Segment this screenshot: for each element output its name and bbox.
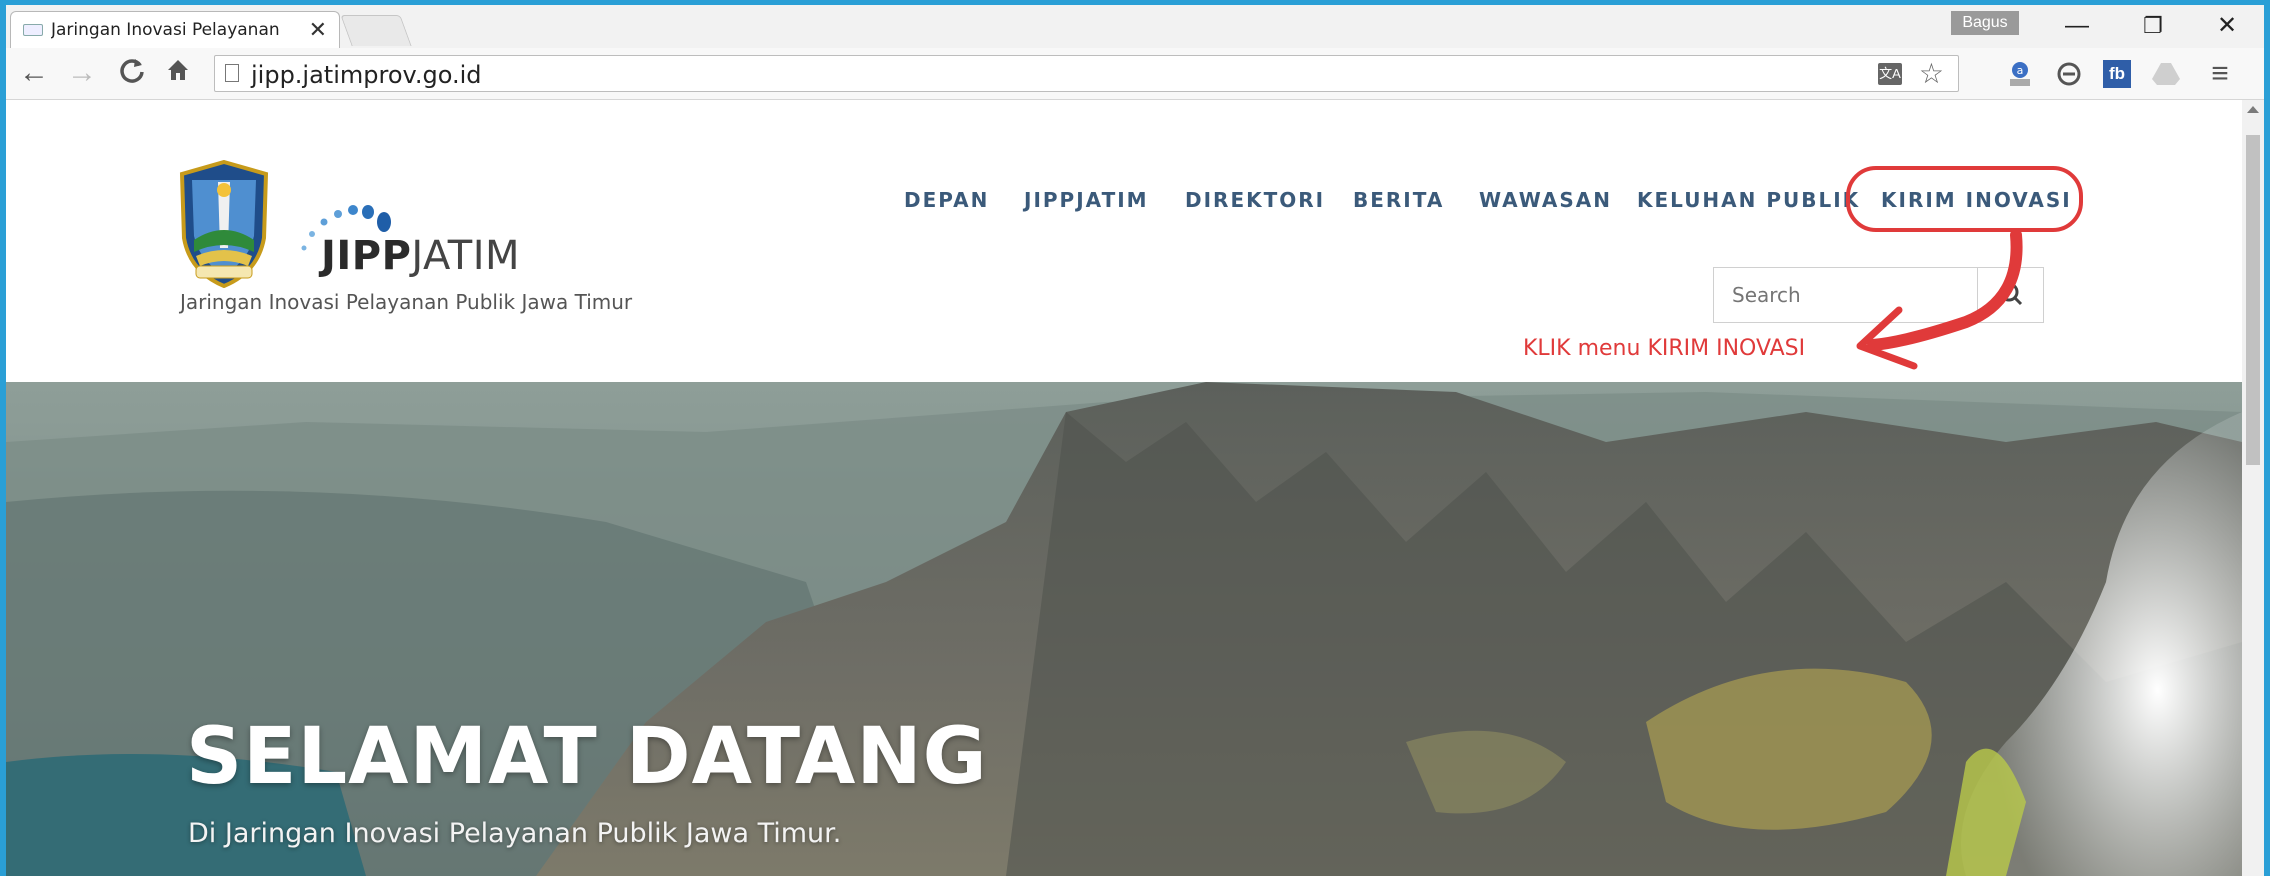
translate-icon[interactable]: 文A bbox=[1878, 63, 1902, 85]
bookmark-star-icon[interactable]: ☆ bbox=[1919, 57, 1944, 90]
home-icon[interactable] bbox=[158, 56, 198, 92]
reload-icon[interactable] bbox=[112, 56, 152, 92]
drive-icon[interactable] bbox=[2149, 57, 2183, 91]
hero-banner: SELAMAT DATANG Di Jaringan Inovasi Pelay… bbox=[6, 382, 2242, 876]
scroll-up-icon[interactable] bbox=[2247, 106, 2259, 113]
url-text[interactable]: jipp.jatimprov.go.id bbox=[251, 61, 482, 89]
tab-title: Jaringan Inovasi Pelayanan bbox=[51, 20, 280, 40]
address-bar[interactable]: jipp.jatimprov.go.id 文A ☆ bbox=[214, 55, 1959, 92]
hero-title: SELAMAT DATANG bbox=[186, 712, 988, 802]
new-tab-button[interactable] bbox=[340, 15, 412, 46]
profile-badge[interactable]: Bagus bbox=[1951, 11, 2019, 35]
fb-icon[interactable]: fb bbox=[2100, 57, 2134, 91]
browser-window: Jaringan Inovasi Pelayanan ✕ Bagus — ❐ ✕… bbox=[6, 5, 2264, 876]
minimize-button[interactable]: — bbox=[2052, 11, 2102, 41]
restore-button[interactable]: ❐ bbox=[2128, 11, 2178, 41]
web-page: JIPPJATIM Jaringan Inovasi Pelayanan Pub… bbox=[6, 100, 2242, 876]
page-scrollbar[interactable] bbox=[2242, 100, 2264, 876]
sync-icon[interactable] bbox=[2052, 57, 2086, 91]
site-favicon-icon bbox=[23, 24, 43, 36]
annotation-arrow-icon bbox=[1856, 229, 2023, 370]
svg-text:a: a bbox=[2017, 64, 2024, 77]
browser-tab[interactable]: Jaringan Inovasi Pelayanan ✕ bbox=[10, 11, 340, 48]
adblock-icon[interactable]: a bbox=[2003, 57, 2037, 91]
tab-close-icon[interactable]: ✕ bbox=[309, 19, 327, 41]
annotation-instruction: KLIK menu KIRIM INOVASI bbox=[1523, 336, 1806, 361]
scroll-thumb[interactable] bbox=[2246, 135, 2260, 465]
fb-label: fb bbox=[2103, 60, 2131, 88]
browser-toolbar: ← → jipp.jatimprov.go.id 文A ☆ a fb ≡ bbox=[6, 48, 2264, 100]
page-icon bbox=[225, 64, 239, 82]
back-icon[interactable]: ← bbox=[14, 56, 54, 90]
site-header: JIPPJATIM Jaringan Inovasi Pelayanan Pub… bbox=[6, 100, 2242, 382]
title-bar: Jaringan Inovasi Pelayanan ✕ Bagus — ❐ ✕ bbox=[6, 5, 2264, 48]
forward-icon[interactable]: → bbox=[62, 56, 102, 90]
menu-icon[interactable]: ≡ bbox=[2203, 57, 2237, 91]
close-window-button[interactable]: ✕ bbox=[2202, 11, 2252, 41]
hero-subtitle: Di Jaringan Inovasi Pelayanan Publik Jaw… bbox=[188, 818, 842, 849]
